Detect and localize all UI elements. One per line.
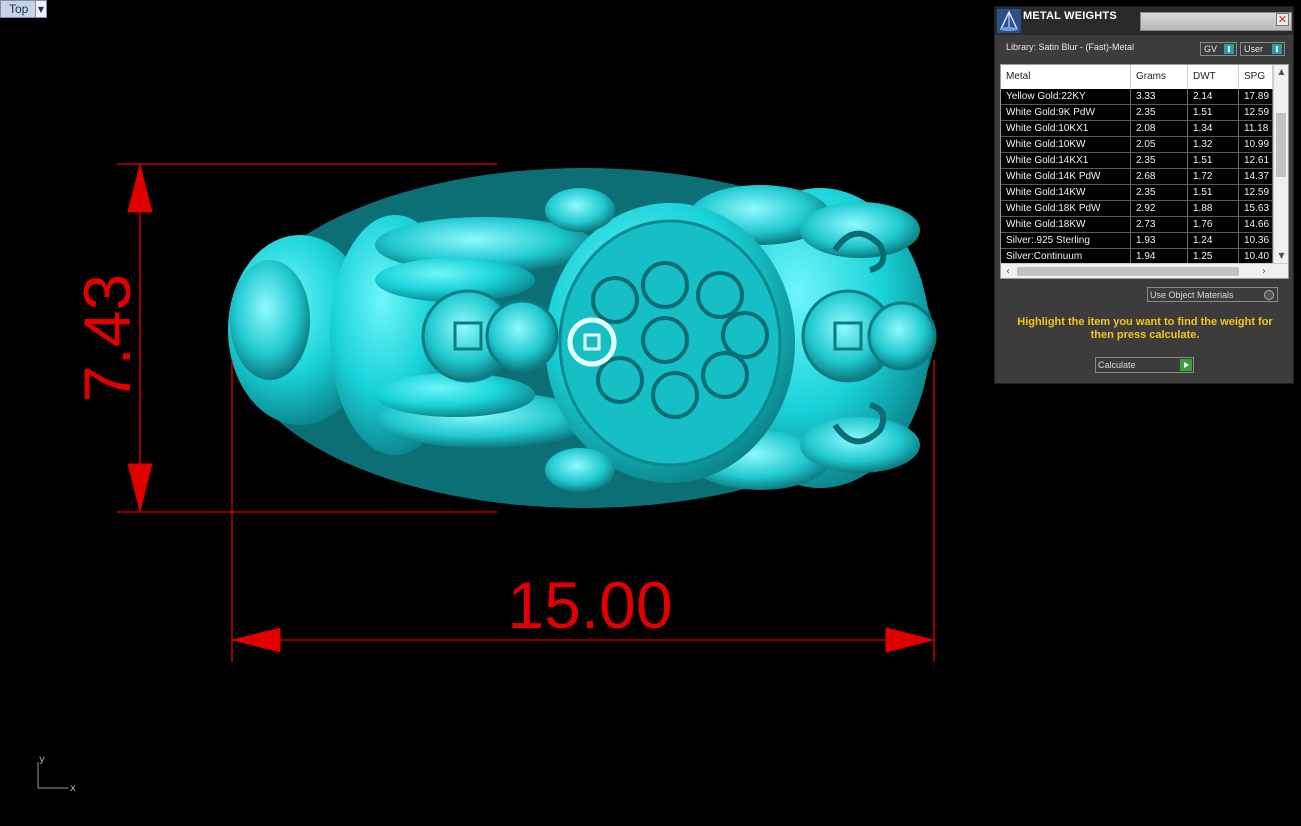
cell-dwt: 1.51 bbox=[1188, 105, 1239, 120]
table-horizontal-scrollbar[interactable]: ‹ › bbox=[1001, 263, 1288, 278]
table-row[interactable]: White Gold:14KX1 2.35 1.51 12.61 bbox=[1001, 153, 1273, 169]
cell-spg: 17.89 bbox=[1239, 89, 1273, 104]
table-row[interactable]: White Gold:18KW 2.73 1.76 14.66 bbox=[1001, 217, 1273, 233]
table-vertical-scrollbar[interactable]: ▲ ▼ bbox=[1273, 65, 1288, 263]
scroll-thumb[interactable] bbox=[1276, 113, 1286, 177]
calculate-button-label: Calculate bbox=[1098, 360, 1136, 370]
cell-dwt: 1.72 bbox=[1188, 169, 1239, 184]
cell-dwt: 1.76 bbox=[1188, 217, 1239, 232]
table-row[interactable]: White Gold:14K PdW 2.68 1.72 14.37 bbox=[1001, 169, 1273, 185]
cell-metal: White Gold:10KW bbox=[1001, 137, 1131, 152]
calculate-button[interactable]: Calculate bbox=[1095, 357, 1194, 373]
column-header-dwt[interactable]: DWT bbox=[1188, 65, 1239, 89]
cell-dwt: 1.51 bbox=[1188, 185, 1239, 200]
cell-grams: 3.33 bbox=[1131, 89, 1188, 104]
cell-metal: Silver:.925 Sterling bbox=[1001, 233, 1131, 248]
toggle-knob-icon bbox=[1224, 44, 1234, 54]
cell-grams: 2.05 bbox=[1131, 137, 1188, 152]
toggle-knob-icon bbox=[1272, 44, 1282, 54]
scroll-thumb[interactable] bbox=[1017, 267, 1239, 276]
cell-metal: White Gold:14K PdW bbox=[1001, 169, 1131, 184]
cell-metal: White Gold:9K PdW bbox=[1001, 105, 1131, 120]
cell-metal: White Gold:14KW bbox=[1001, 185, 1131, 200]
cell-dwt: 1.51 bbox=[1188, 153, 1239, 168]
use-object-materials-option[interactable]: Use Object Materials bbox=[1147, 287, 1278, 302]
table-row[interactable]: White Gold:10KX1 2.08 1.34 11.18 bbox=[1001, 121, 1273, 137]
scroll-down-icon[interactable]: ▼ bbox=[1274, 249, 1288, 263]
cell-spg: 10.99 bbox=[1239, 137, 1273, 152]
user-toggle-label: User bbox=[1244, 44, 1264, 54]
cell-grams: 1.93 bbox=[1131, 233, 1188, 248]
gv-toggle-label: GV bbox=[1204, 44, 1218, 54]
table-row[interactable]: White Gold:18K PdW 2.92 1.88 15.63 bbox=[1001, 201, 1273, 217]
table-header: Metal Grams DWT SPG bbox=[1001, 65, 1273, 90]
cell-metal: White Gold:10KX1 bbox=[1001, 121, 1131, 136]
scales-logo-icon bbox=[997, 9, 1021, 33]
play-icon bbox=[1180, 359, 1192, 371]
cell-spg: 10.36 bbox=[1239, 233, 1273, 248]
cell-spg: 10.40 bbox=[1239, 249, 1273, 263]
table-row[interactable]: Silver:.925 Sterling 1.93 1.24 10.36 bbox=[1001, 233, 1273, 249]
table-row[interactable]: Yellow Gold:22KY 3.33 2.14 17.89 bbox=[1001, 89, 1273, 105]
scroll-left-icon[interactable]: ‹ bbox=[1001, 264, 1015, 278]
cell-metal: Silver:Continuum bbox=[1001, 249, 1131, 263]
library-label: Library: Satin Blur - (Fast)-Metal bbox=[1006, 42, 1135, 52]
cell-grams: 2.92 bbox=[1131, 201, 1188, 216]
table-row[interactable]: Silver:Continuum 1.94 1.25 10.40 bbox=[1001, 249, 1273, 263]
metal-table[interactable]: Metal Grams DWT SPG Yellow Gold:22KY 3.33… bbox=[1000, 64, 1289, 279]
panel-title: METAL WEIGHTS bbox=[1023, 10, 1117, 22]
column-header-grams[interactable]: Grams bbox=[1131, 65, 1188, 89]
table-row[interactable]: White Gold:14KW 2.35 1.51 12.59 bbox=[1001, 185, 1273, 201]
user-toggle[interactable]: User bbox=[1240, 42, 1285, 56]
instruction-text: Highlight the item you want to find the … bbox=[1017, 316, 1273, 341]
cell-dwt: 1.24 bbox=[1188, 233, 1239, 248]
cell-spg: 11.18 bbox=[1239, 121, 1273, 136]
cell-dwt: 1.88 bbox=[1188, 201, 1239, 216]
cell-dwt: 1.25 bbox=[1188, 249, 1239, 263]
panel-titlebar[interactable] bbox=[1140, 12, 1292, 31]
table-row[interactable]: White Gold:10KW 2.05 1.32 10.99 bbox=[1001, 137, 1273, 153]
ring-model[interactable] bbox=[228, 168, 937, 508]
cell-dwt: 1.34 bbox=[1188, 121, 1239, 136]
cell-grams: 2.08 bbox=[1131, 121, 1188, 136]
cell-spg: 12.61 bbox=[1239, 153, 1273, 168]
cell-metal: White Gold:18KW bbox=[1001, 217, 1131, 232]
scroll-up-icon[interactable]: ▲ bbox=[1274, 65, 1288, 79]
axes-indicator: y x bbox=[37, 754, 76, 794]
column-header-spg[interactable]: SPG bbox=[1239, 65, 1273, 89]
panel-header[interactable]: METAL WEIGHTS ✕ bbox=[995, 7, 1293, 35]
axis-x-label: x bbox=[70, 783, 76, 794]
cell-metal: Yellow Gold:22KY bbox=[1001, 89, 1131, 104]
cell-spg: 15.63 bbox=[1239, 201, 1273, 216]
gv-toggle[interactable]: GV bbox=[1200, 42, 1237, 56]
cell-metal: White Gold:18K PdW bbox=[1001, 201, 1131, 216]
cell-metal: White Gold:14KX1 bbox=[1001, 153, 1131, 168]
cell-dwt: 2.14 bbox=[1188, 89, 1239, 104]
scroll-right-icon[interactable]: › bbox=[1257, 264, 1271, 278]
dimension-width-label: 15.00 bbox=[507, 568, 672, 642]
table-body: Yellow Gold:22KY 3.33 2.14 17.89 White Gold… bbox=[1001, 89, 1273, 263]
dimension-height-label: 7.43 bbox=[70, 274, 144, 402]
cell-spg: 14.37 bbox=[1239, 169, 1273, 184]
cell-dwt: 1.32 bbox=[1188, 137, 1239, 152]
metal-weights-panel[interactable]: METAL WEIGHTS ✕ Library: Satin Blur - (F… bbox=[994, 6, 1294, 384]
radio-icon[interactable] bbox=[1264, 289, 1274, 300]
close-icon[interactable]: ✕ bbox=[1276, 13, 1289, 26]
table-row[interactable]: White Gold:9K PdW 2.35 1.51 12.59 bbox=[1001, 105, 1273, 121]
cell-spg: 14.66 bbox=[1239, 217, 1273, 232]
cell-spg: 12.59 bbox=[1239, 185, 1273, 200]
cell-spg: 12.59 bbox=[1239, 105, 1273, 120]
cell-grams: 1.94 bbox=[1131, 249, 1188, 263]
cell-grams: 2.35 bbox=[1131, 105, 1188, 120]
axis-y-label: y bbox=[39, 754, 45, 765]
cell-grams: 2.73 bbox=[1131, 217, 1188, 232]
cell-grams: 2.68 bbox=[1131, 169, 1188, 184]
cell-grams: 2.35 bbox=[1131, 185, 1188, 200]
cell-grams: 2.35 bbox=[1131, 153, 1188, 168]
column-header-metal[interactable]: Metal bbox=[1001, 65, 1131, 89]
use-object-materials-label: Use Object Materials bbox=[1150, 289, 1234, 300]
